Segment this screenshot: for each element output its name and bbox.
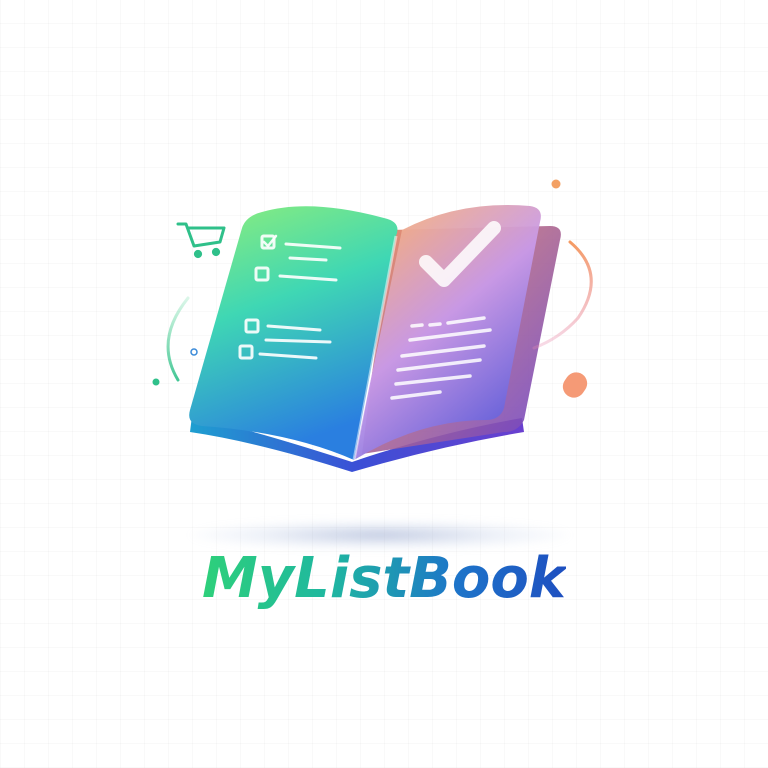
brand-name: MyListBook [201, 546, 567, 611]
sparkle-dot [190, 348, 198, 356]
brand-wordmark: MyListBook [0, 548, 768, 610]
sparkle-pill [562, 372, 588, 398]
logo-canvas: MyListBook [0, 0, 768, 768]
open-book-checklist-icon [152, 179, 593, 472]
sparkle-dot [551, 179, 561, 189]
shopping-cart-icon [176, 222, 226, 259]
sparkle-dot [152, 378, 160, 386]
orbit-arc-left [166, 296, 190, 382]
